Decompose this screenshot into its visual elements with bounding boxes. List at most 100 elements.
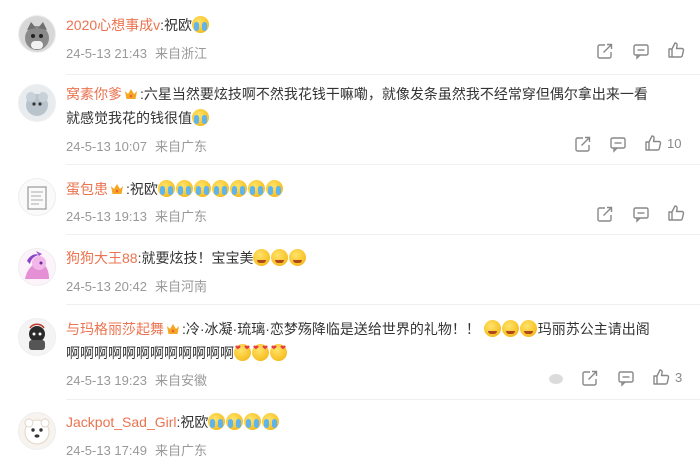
crown-badge-icon (166, 322, 180, 336)
comment-date: 24-5-13 19:23 (66, 373, 147, 388)
comment-location: 来自安徽 (154, 373, 207, 388)
comment-date: 24-5-13 17:49 (66, 443, 147, 458)
share-button[interactable] (596, 42, 614, 60)
crying-emoji-icon (193, 180, 211, 197)
reply-button[interactable] (609, 135, 627, 153)
comment-meta: 24-5-13 21:43 来自浙江 (66, 43, 215, 62)
crown-badge-icon (124, 87, 138, 101)
thumbs-up-icon (652, 368, 670, 386)
username-link[interactable]: 与玛格丽莎起舞 (66, 321, 164, 337)
comment-item: Jackpot_Sad_Girl:祝欧 24-5-13 17:49 来自广东 (0, 401, 700, 469)
reply-button[interactable] (632, 205, 650, 223)
avatar[interactable] (18, 318, 56, 356)
comment-location: 来自河南 (154, 279, 207, 294)
comment-icon (617, 369, 635, 387)
comment-meta: 24-5-13 19:13 来自广东 (66, 206, 215, 225)
thumbs-up-icon (667, 41, 685, 59)
comment-text: 六星当然要炫技啊不然我花钱干嘛嘞，就像发条虽然我不经常穿但偶尔拿出来一看 (143, 86, 648, 102)
reply-button[interactable] (617, 369, 635, 387)
watermark-icon (549, 374, 563, 384)
comment-location: 来自浙江 (154, 46, 207, 61)
reply-button[interactable] (632, 42, 650, 60)
share-button[interactable] (596, 205, 614, 223)
share-icon (596, 42, 614, 60)
comment-icon (632, 42, 650, 60)
comment-item: 狗狗大王88:就要炫技！宝宝美 24-5-13 20:42 来自河南 (0, 236, 700, 306)
avatar[interactable] (18, 248, 56, 286)
comment-date: 24-5-13 21:43 (66, 46, 147, 61)
crying-emoji-icon (175, 180, 193, 197)
username-link[interactable]: Jackpot_Sad_Girl (66, 414, 177, 430)
crying-emoji-icon (192, 109, 209, 126)
crying-emoji-icon (229, 180, 247, 197)
laughing-emoji-icon (253, 249, 271, 266)
comment-date: 24-5-13 19:13 (66, 209, 147, 224)
laughing-emoji-icon (271, 249, 289, 266)
comment-meta: 24-5-13 17:49 来自广东 (66, 440, 215, 459)
crown-badge-icon (110, 182, 124, 196)
avatar[interactable] (18, 178, 56, 216)
crying-emoji-icon (157, 180, 175, 197)
divider (66, 234, 700, 235)
like-button[interactable]: 10 (644, 134, 681, 152)
laughing-emoji-icon (501, 320, 519, 337)
crying-emoji-icon (192, 16, 210, 33)
comment-text-continued: 啊啊啊啊啊啊啊啊啊啊啊啊 (66, 345, 234, 361)
thumbs-up-icon (667, 204, 685, 222)
share-icon (596, 205, 614, 223)
laughing-emoji-icon (289, 249, 307, 266)
crying-emoji-icon (265, 180, 283, 197)
username-link[interactable]: 2020心想事成v (66, 17, 160, 33)
comment-date: 24-5-13 10:07 (66, 139, 147, 154)
divider (66, 304, 700, 305)
share-button[interactable] (574, 135, 592, 153)
laughing-emoji-icon (483, 320, 501, 337)
comment-location: 来自广东 (154, 139, 207, 154)
comment-icon (609, 135, 627, 153)
comment-item: 窝素你爹:六星当然要炫技啊不然我花钱干嘛嘞，就像发条虽然我不经常穿但偶尔拿出来一… (0, 76, 700, 166)
comment-text: 冷·冰凝·琉璃·恋梦殇降临是送给世界的礼物！！ (185, 321, 480, 337)
comment-text: 就要炫技！宝宝美 (141, 250, 254, 266)
comment-item: 2020心想事成v:祝欧 24-5-13 21:43 来自浙江 (0, 0, 700, 76)
comment-text: 祝欧 (180, 414, 209, 430)
comment-text-continued: 就感觉我花的钱很值 (66, 110, 192, 126)
comment-icon (632, 205, 650, 223)
comment-text: 祝欧 (164, 17, 193, 33)
divider (66, 399, 700, 400)
thumbs-up-icon (644, 134, 662, 152)
avatar[interactable] (18, 412, 56, 450)
comment-text: 祝欧 (129, 181, 158, 197)
avatar[interactable] (18, 15, 56, 53)
crying-emoji-icon (208, 413, 226, 430)
crying-emoji-icon (262, 413, 280, 430)
like-button[interactable]: 3 (652, 368, 682, 386)
comment-meta: 24-5-13 10:07 来自广东 (66, 136, 215, 155)
like-button[interactable] (667, 41, 685, 59)
comment-location: 来自广东 (154, 209, 207, 224)
comment-item: 蛋包患:祝欧 24-5-13 19:13 来自广东 (0, 166, 700, 236)
crying-emoji-icon (247, 180, 265, 197)
crying-emoji-icon (244, 413, 262, 430)
username-link[interactable]: 蛋包患 (66, 181, 108, 197)
laughing-emoji-icon (519, 320, 537, 337)
avatar[interactable] (18, 84, 56, 122)
comment-meta: 24-5-13 19:23 来自安徽 (66, 370, 215, 389)
comment-location: 来自广东 (154, 443, 207, 458)
share-button[interactable] (581, 369, 599, 387)
username-link[interactable]: 窝素你爹 (66, 86, 122, 102)
heart-eyes-emoji-icon (252, 344, 269, 361)
crying-emoji-icon (226, 413, 244, 430)
crying-emoji-icon (211, 180, 229, 197)
comment-date: 24-5-13 20:42 (66, 279, 147, 294)
comment-text-tail: 玛丽苏公主请出阁 (537, 321, 650, 337)
username-link[interactable]: 狗狗大王88 (66, 250, 138, 266)
share-icon (574, 135, 592, 153)
comment-item: 与玛格丽莎起舞:冷·冰凝·琉璃·恋梦殇降临是送给世界的礼物！！ 玛丽苏公主请出阁… (0, 306, 700, 401)
heart-eyes-emoji-icon (270, 344, 287, 361)
like-count: 3 (675, 369, 683, 385)
like-count: 10 (667, 135, 682, 151)
like-button[interactable] (667, 204, 685, 222)
share-icon (581, 369, 599, 387)
comment-meta: 24-5-13 20:42 来自河南 (66, 276, 215, 295)
divider (66, 164, 700, 165)
